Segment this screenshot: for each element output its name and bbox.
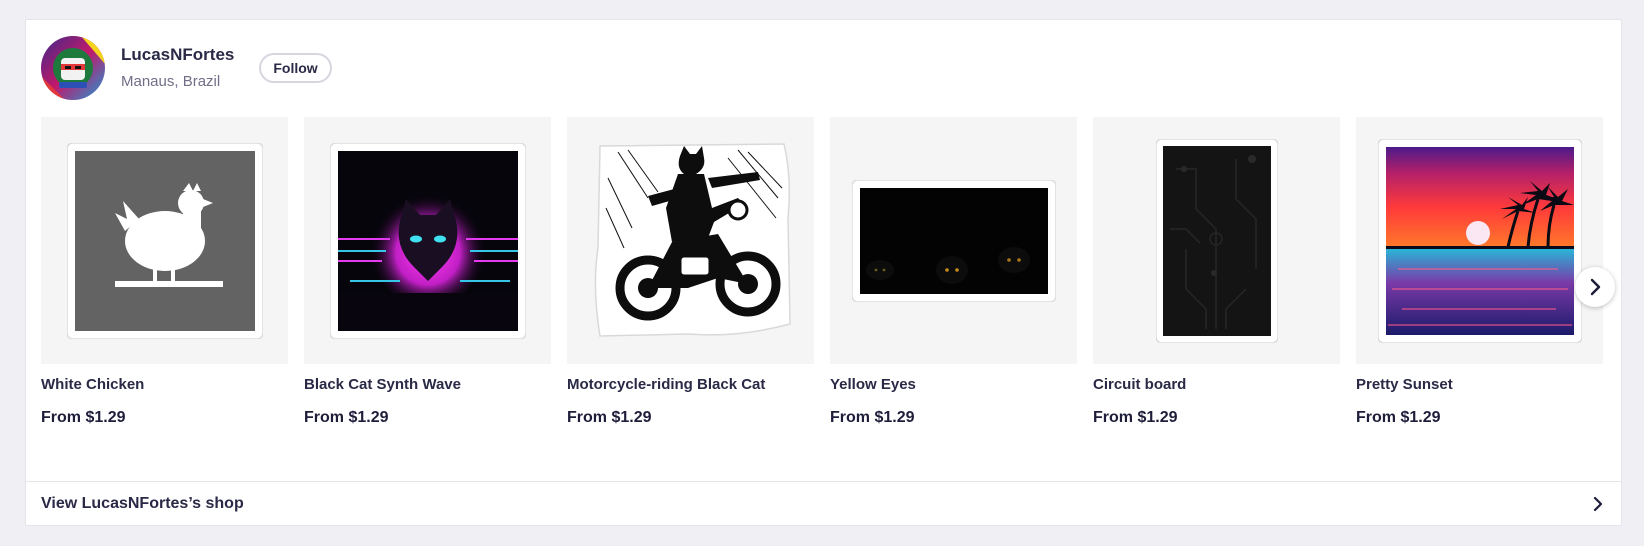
circuit-board-image	[1155, 138, 1278, 343]
motorcycle-cat-image	[594, 142, 791, 337]
artist-location: Manaus, Brazil	[121, 73, 221, 90]
carousel-next-button[interactable]	[1575, 267, 1615, 307]
product-thumbnail	[1093, 117, 1340, 364]
product-thumbnail	[41, 117, 288, 364]
product-carousel: White Chicken From $1.29 Black Cat Synth…	[41, 117, 1603, 428]
avatar-image	[41, 36, 105, 100]
follow-button[interactable]: Follow	[259, 53, 332, 83]
product-price: From $1.29	[1356, 409, 1441, 426]
product-card[interactable]: Black Cat Synth Wave From $1.29	[304, 117, 551, 428]
product-title[interactable]: Black Cat Synth Wave	[304, 375, 551, 395]
chevron-right-icon	[1590, 278, 1601, 296]
product-title[interactable]: Yellow Eyes	[830, 375, 1077, 395]
pretty-sunset-image	[1377, 138, 1582, 343]
product-thumbnail	[830, 117, 1077, 364]
artist-header: LucasNFortes Manaus, Brazil Follow	[41, 35, 332, 101]
product-thumbnail	[304, 117, 551, 364]
product-card[interactable]: Yellow Eyes From $1.29	[830, 117, 1077, 428]
product-price: From $1.29	[41, 409, 126, 426]
product-title[interactable]: Circuit board	[1093, 375, 1340, 395]
view-shop-link-row[interactable]: View LucasNFortes’s shop	[26, 482, 1621, 526]
product-title[interactable]: Motorcycle-riding Black Cat	[567, 375, 814, 395]
product-price: From $1.29	[304, 409, 389, 426]
product-thumbnail	[1356, 117, 1603, 364]
product-card[interactable]: Circuit board From $1.29	[1093, 117, 1340, 428]
yellow-eyes-image	[851, 179, 1056, 302]
product-card[interactable]: White Chicken From $1.29	[41, 117, 288, 428]
artist-name[interactable]: LucasNFortes	[121, 44, 234, 66]
view-shop-link[interactable]: View LucasNFortes’s shop	[41, 495, 244, 513]
product-price: From $1.29	[567, 409, 652, 426]
product-title[interactable]: White Chicken	[41, 375, 288, 395]
product-thumbnail	[567, 117, 814, 364]
artist-info: LucasNFortes Manaus, Brazil	[121, 44, 234, 92]
product-price: From $1.29	[1093, 409, 1178, 426]
artist-avatar[interactable]	[41, 36, 105, 100]
chevron-right-icon	[1593, 496, 1603, 512]
product-card[interactable]: Pretty Sunset From $1.29	[1356, 117, 1603, 428]
black-cat-synthwave-image	[329, 142, 526, 339]
artist-shop-card: LucasNFortes Manaus, Brazil Follow White…	[25, 19, 1622, 526]
white-chicken-image	[66, 142, 263, 339]
product-card[interactable]: Motorcycle-riding Black Cat From $1.29	[567, 117, 814, 428]
product-price: From $1.29	[830, 409, 915, 426]
product-title[interactable]: Pretty Sunset	[1356, 375, 1603, 395]
